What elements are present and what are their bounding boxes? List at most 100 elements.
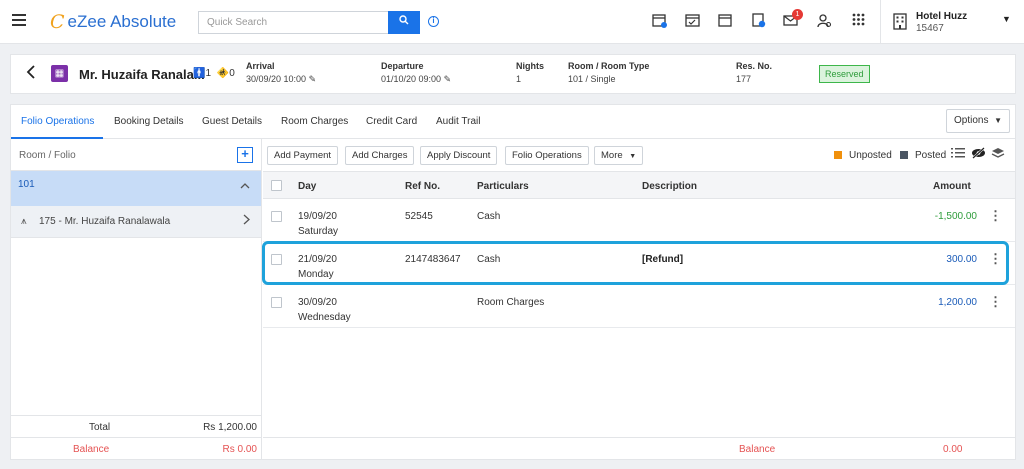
row-date: 19/09/20 bbox=[298, 211, 337, 222]
total-value: Rs 1,200.00 bbox=[203, 422, 257, 433]
invoice-icon[interactable] bbox=[750, 13, 766, 29]
more-vert-icon[interactable]: ⋮ bbox=[989, 294, 1002, 310]
add-payment-button[interactable]: Add Payment bbox=[267, 146, 339, 165]
more-vert-icon[interactable]: ⋮ bbox=[989, 251, 1002, 267]
add-folio-button[interactable]: + bbox=[237, 147, 253, 163]
tab-guest-details[interactable]: Guest Details bbox=[202, 116, 262, 127]
room-folio-header: Room / Folio + bbox=[11, 139, 261, 171]
options-dropdown[interactable]: Options ▼ bbox=[946, 109, 1010, 133]
calendar-check-icon[interactable] bbox=[684, 13, 700, 29]
nights-label: Nights bbox=[516, 61, 544, 71]
reservation-header: ▦ Mr. Huzaifa Ranala... 🚹1 🚸0 Arrival 30… bbox=[10, 54, 1016, 94]
edit-pencil-icon[interactable]: ✎ bbox=[309, 74, 317, 84]
departure-value[interactable]: 01/10/20 09:00 ✎ bbox=[381, 74, 451, 85]
col-day[interactable]: Day bbox=[298, 181, 316, 192]
table-balance-value: 0.00 bbox=[943, 444, 963, 455]
unposted-legend: Unposted bbox=[849, 150, 892, 161]
more-label: More bbox=[601, 150, 623, 161]
list-view-icon[interactable] bbox=[951, 147, 965, 162]
hotel-code: 15467 bbox=[916, 23, 944, 34]
transactions-area: Add Payment Add Charges Apply Discount F… bbox=[263, 139, 1015, 459]
info-icon[interactable]: i bbox=[428, 16, 439, 27]
row-amount: -1,500.00 bbox=[934, 211, 977, 222]
guest-name[interactable]: Mr. Huzaifa Ranala... bbox=[79, 67, 205, 82]
table-balance: Balance 0.00 bbox=[263, 437, 1015, 459]
topbar-divider bbox=[880, 0, 881, 44]
hide-eye-icon[interactable] bbox=[971, 147, 986, 162]
row-ref: 2147483647 bbox=[405, 254, 461, 265]
chevron-down-icon: ▼ bbox=[994, 116, 1002, 125]
tab-booking-details[interactable]: Booking Details bbox=[114, 116, 183, 127]
select-all-checkbox[interactable] bbox=[271, 180, 282, 191]
row-checkbox[interactable] bbox=[271, 297, 282, 308]
col-ref[interactable]: Ref No. bbox=[405, 181, 440, 192]
calendar-add-icon[interactable] bbox=[651, 13, 667, 29]
add-charges-button[interactable]: Add Charges bbox=[345, 146, 415, 165]
balance-label: Balance bbox=[73, 444, 110, 455]
search-button[interactable] bbox=[388, 11, 420, 34]
table-row[interactable]: 21/09/20 Monday 2147483647 Cash [Refund]… bbox=[263, 242, 1015, 285]
room-item[interactable]: 101 bbox=[11, 171, 261, 206]
more-dropdown[interactable]: More ▼ bbox=[594, 146, 644, 165]
folio-operations-button[interactable]: Folio Operations bbox=[505, 146, 589, 165]
table-header: Day Ref No. Particulars Description Amou… bbox=[263, 171, 1015, 199]
unposted-swatch bbox=[834, 151, 842, 159]
pax-count: 🚹1 🚸0 bbox=[193, 68, 235, 79]
guest-building-icon: ▦ bbox=[51, 65, 68, 82]
col-particulars[interactable]: Particulars bbox=[477, 181, 529, 192]
chevron-right-icon[interactable] bbox=[243, 214, 250, 228]
app-name: eZee Absolute bbox=[67, 12, 177, 31]
hotel-building-icon bbox=[892, 12, 908, 35]
user-settings-icon[interactable] bbox=[816, 13, 832, 29]
notification-badge: 1 bbox=[792, 9, 803, 20]
hotel-dropdown-icon[interactable]: ▼ bbox=[1002, 14, 1011, 24]
col-description[interactable]: Description bbox=[642, 181, 697, 192]
table-row[interactable]: 19/09/20 Saturday 52545 Cash -1,500.00 ⋮ bbox=[263, 199, 1015, 242]
chevron-up-icon[interactable] bbox=[240, 181, 250, 192]
row-checkbox[interactable] bbox=[271, 254, 282, 265]
row-ref: 52545 bbox=[405, 211, 433, 222]
res-no-value: 177 bbox=[736, 74, 752, 84]
calendar-icon[interactable] bbox=[717, 13, 733, 29]
arrival-value[interactable]: 30/09/20 10:00 ✎ bbox=[246, 74, 316, 85]
tab-audit-trail[interactable]: Audit Trail bbox=[436, 116, 480, 127]
row-checkbox[interactable] bbox=[271, 211, 282, 222]
folio-tree-icon: ⩚ bbox=[21, 216, 27, 227]
tab-room-charges[interactable]: Room Charges bbox=[281, 116, 348, 127]
balance-value: Rs 0.00 bbox=[222, 444, 257, 455]
arrival-label: Arrival bbox=[246, 61, 275, 71]
row-weekday: Wednesday bbox=[298, 312, 351, 323]
posted-legend: Posted bbox=[915, 150, 947, 161]
layers-icon[interactable] bbox=[991, 147, 1005, 163]
folio-item[interactable]: ⩚ 175 - Mr. Huzaifa Ranalawala bbox=[11, 206, 261, 238]
room-folio-title: Room / Folio bbox=[19, 150, 76, 161]
more-vert-icon[interactable]: ⋮ bbox=[989, 208, 1002, 224]
departure-label: Departure bbox=[381, 61, 424, 71]
apps-grid-icon[interactable] bbox=[850, 13, 866, 29]
search-input[interactable]: Quick Search bbox=[198, 11, 388, 34]
edit-pencil-icon[interactable]: ✎ bbox=[444, 74, 452, 84]
tab-folio-operations[interactable]: Folio Operations bbox=[21, 116, 94, 127]
app-logo[interactable]: C eZee Absolute bbox=[50, 11, 176, 33]
top-bar: C eZee Absolute Quick Search i 1 Hotel H… bbox=[0, 0, 1024, 44]
apply-discount-button[interactable]: Apply Discount bbox=[420, 146, 498, 165]
tab-credit-card[interactable]: Credit Card bbox=[366, 116, 417, 127]
back-arrow-icon[interactable] bbox=[25, 65, 37, 83]
row-particulars: Cash bbox=[477, 254, 501, 265]
folio-panel: Folio Operations Booking Details Guest D… bbox=[10, 104, 1016, 460]
chevron-down-icon: ▼ bbox=[629, 153, 637, 160]
menu-icon[interactable] bbox=[12, 14, 26, 26]
row-weekday: Monday bbox=[298, 269, 334, 280]
child-icon: 🚸 bbox=[216, 68, 230, 79]
row-amount: 1,200.00 bbox=[938, 297, 977, 308]
row-weekday: Saturday bbox=[298, 226, 339, 237]
hotel-name[interactable]: Hotel Huzz bbox=[916, 11, 967, 22]
col-amount[interactable]: Amount bbox=[933, 181, 971, 192]
room-number: 101 bbox=[18, 179, 35, 190]
room-type-value: 101 / Single bbox=[568, 74, 616, 84]
posted-swatch bbox=[900, 151, 908, 159]
table-row[interactable]: 30/09/20 Wednesday Room Charges 1,200.00… bbox=[263, 285, 1015, 328]
folio-balance: Balance Rs 0.00 bbox=[11, 437, 261, 459]
row-particulars: Cash bbox=[477, 211, 501, 222]
room-folio-list: Room / Folio + 101 ⩚ 175 - Mr. Huzaifa R… bbox=[11, 139, 262, 459]
